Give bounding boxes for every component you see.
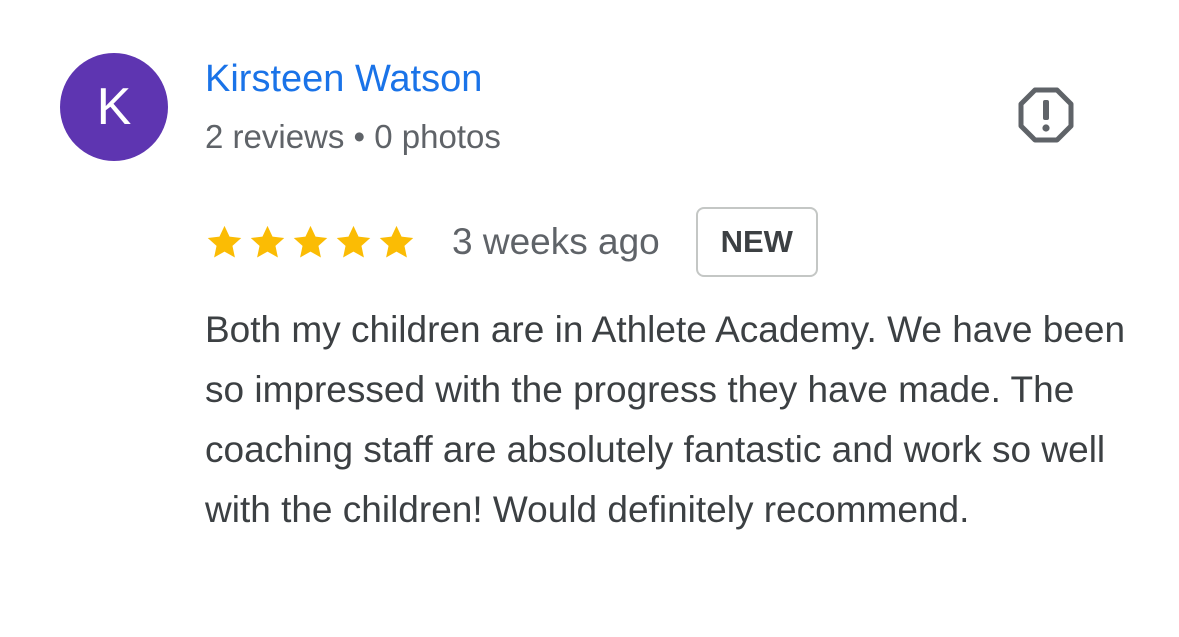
star-icon <box>293 225 328 257</box>
star-icon <box>207 225 242 257</box>
avatar[interactable]: K <box>60 53 168 161</box>
star-icon <box>250 225 285 257</box>
star-icon <box>379 225 414 257</box>
reviewer-meta: 2 reviews • 0 photos <box>205 118 501 155</box>
star-icon <box>336 225 371 257</box>
review-text: Both my children are in Athlete Academy.… <box>205 309 1126 530</box>
rating-row: 3 weeks ago NEW <box>205 206 818 278</box>
report-button[interactable] <box>1017 86 1075 144</box>
new-badge: NEW <box>695 207 818 277</box>
report-icon <box>1018 87 1074 143</box>
reviewer-name-link[interactable]: Kirsteen Watson <box>205 58 482 101</box>
review-date: 3 weeks ago <box>452 221 660 262</box>
avatar-letter: K <box>96 78 132 136</box>
star-rating <box>205 223 416 262</box>
